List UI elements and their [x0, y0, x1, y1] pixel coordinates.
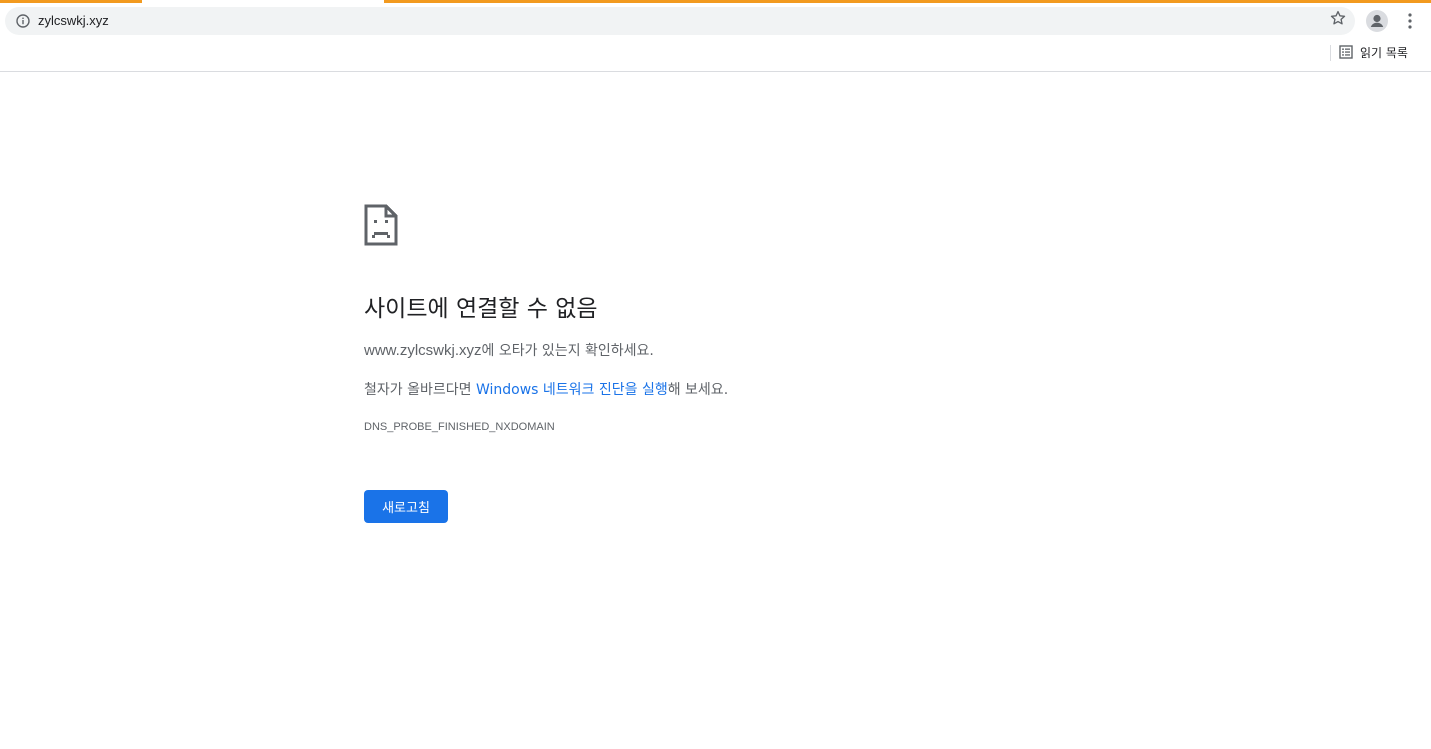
network-diagnostics-link[interactable]: Windows 네트워크 진단을 실행: [476, 382, 668, 398]
url-text[interactable]: zylcswkj.xyz: [38, 7, 109, 35]
reload-button[interactable]: 새로고침: [364, 490, 448, 523]
bookmark-bar: 읽기 목록: [0, 40, 1431, 72]
kebab-menu-icon[interactable]: [1401, 11, 1419, 31]
diagnostics-hint: 철자가 올바르다면 Windows 네트워크 진단을 실행해 보세요.: [364, 379, 728, 399]
address-bar[interactable]: zylcswkj.xyz: [5, 7, 1355, 35]
error-title: 사이트에 연결할 수 없음: [364, 296, 598, 322]
typo-hint: www.zylcswkj.xyz에 오타가 있는지 확인하세요.: [364, 340, 654, 360]
reading-list-label: 읽기 목록: [1360, 45, 1408, 60]
diagnostics-hint-suffix: 해 보세요.: [667, 382, 729, 398]
diagnostics-hint-prefix: 철자가 올바르다면: [364, 382, 476, 398]
info-icon[interactable]: [16, 14, 30, 28]
browser-toolbar: zylcswkj.xyz: [0, 3, 1431, 40]
reading-list-icon: [1339, 45, 1353, 59]
sad-page-icon: [364, 204, 398, 246]
reading-list-button[interactable]: 읽기 목록: [1338, 40, 1408, 64]
star-icon[interactable]: [1329, 9, 1347, 27]
profile-icon[interactable]: [1366, 10, 1388, 32]
bookmark-divider: [1330, 45, 1331, 61]
typo-hint-domain: www.zylcswkj.xyz: [364, 342, 482, 359]
typo-hint-text: 에 오타가 있는지 확인하세요.: [481, 343, 654, 359]
error-code: DNS_PROBE_FINISHED_NXDOMAIN: [364, 421, 555, 433]
